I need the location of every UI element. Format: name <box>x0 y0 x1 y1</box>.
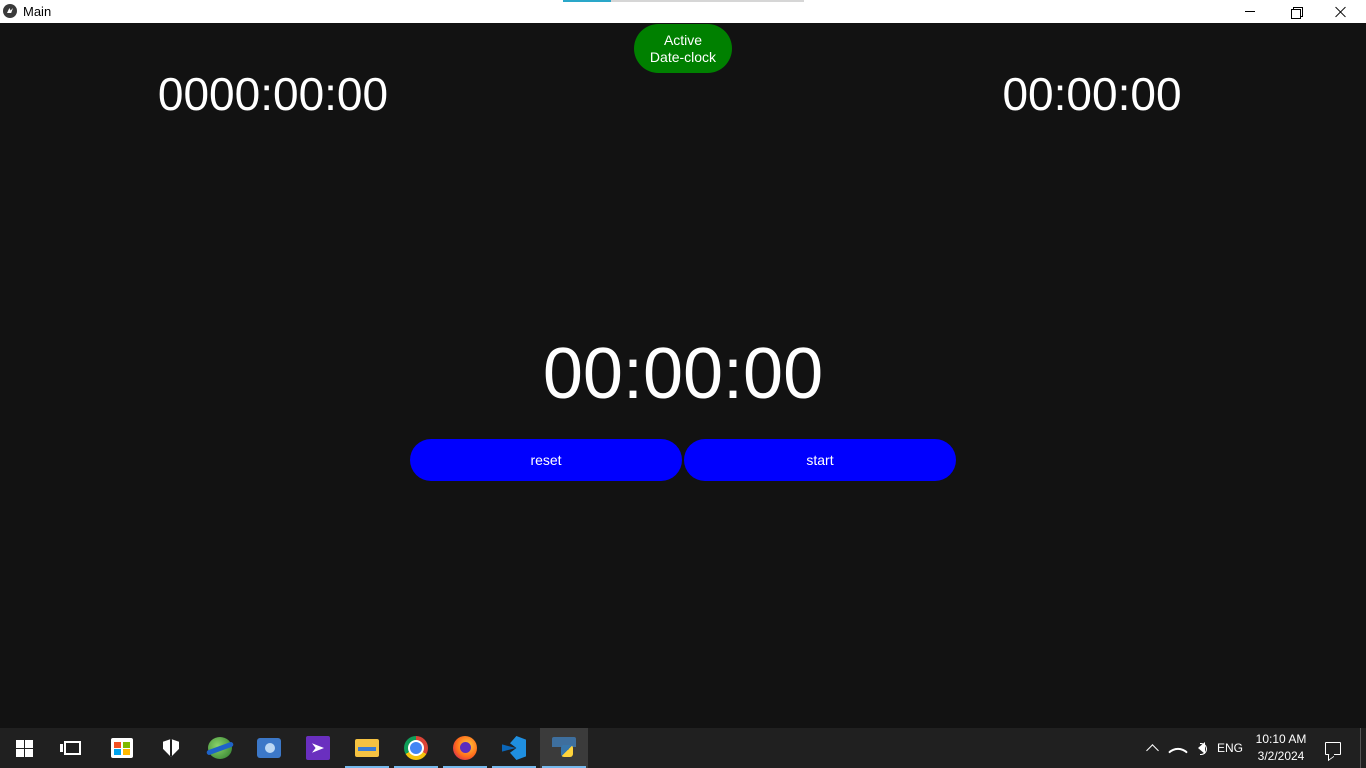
volume-tray-button[interactable] <box>1190 728 1212 768</box>
tray-time: 10:10 AM <box>1255 732 1307 746</box>
wifi-icon <box>1168 742 1188 762</box>
minimize-icon <box>1245 11 1255 12</box>
window-title: Main <box>23 4 52 19</box>
firefox-icon <box>453 736 477 760</box>
close-icon <box>1335 6 1347 18</box>
show-desktop-button[interactable] <box>1360 728 1366 768</box>
badge-line-1: Active <box>663 31 703 48</box>
restore-icon <box>1291 6 1303 19</box>
window-titlebar: Main <box>0 0 1366 23</box>
taskbar-python-app[interactable] <box>540 728 588 768</box>
minimize-button[interactable] <box>1227 0 1273 23</box>
stopwatch-display: 00:00:00 <box>542 334 824 414</box>
network-tray-button[interactable] <box>1167 728 1189 768</box>
globe-app-icon <box>208 737 232 759</box>
kivy-app-icon <box>3 4 17 18</box>
taskbar-chrome[interactable] <box>392 728 440 768</box>
chevron-up-icon <box>1145 744 1159 757</box>
file-explorer-icon <box>355 739 379 757</box>
tray-date: 3/2/2024 <box>1257 749 1305 763</box>
restore-button[interactable] <box>1273 0 1319 23</box>
taskbar-visual-studio[interactable] <box>294 728 342 768</box>
windows-security-icon <box>163 739 179 757</box>
show-hidden-icons-button[interactable] <box>1142 728 1162 768</box>
taskbar-file-explorer[interactable] <box>343 728 391 768</box>
speaker-icon <box>1197 742 1207 755</box>
time-clock-right: 00:00:00 <box>1002 68 1182 120</box>
tray-clock[interactable]: 10:10 AM 3/2/2024 <box>1248 728 1314 768</box>
taskbar-windows-security[interactable] <box>147 728 195 768</box>
badge-line-2: Date-clock <box>649 48 717 65</box>
taskbar-globe-app[interactable] <box>196 728 244 768</box>
action-center-button[interactable] <box>1316 728 1350 768</box>
network-app-icon <box>257 738 281 758</box>
vscode-icon <box>502 736 526 760</box>
taskbar-network-app[interactable] <box>245 728 293 768</box>
taskbar-firefox[interactable] <box>441 728 489 768</box>
date-clock-left: 0000:00:00 <box>157 68 389 120</box>
chrome-icon <box>404 736 428 760</box>
task-view-button[interactable] <box>48 728 96 768</box>
language-indicator[interactable]: ENG <box>1214 728 1246 768</box>
task-view-icon <box>59 741 81 755</box>
start-button[interactable] <box>0 728 48 768</box>
active-date-clock-button[interactable]: Active Date-clock <box>634 24 732 73</box>
start-icon <box>15 739 33 757</box>
python-app-icon <box>552 737 576 759</box>
taskbar-vscode[interactable] <box>490 728 538 768</box>
windows-taskbar: ENG 10:10 AM 3/2/2024 <box>0 728 1366 768</box>
reset-button[interactable]: reset <box>410 439 682 481</box>
start-button[interactable]: start <box>684 439 956 481</box>
visual-studio-icon <box>306 736 330 760</box>
titlebar-accent-line <box>563 0 611 2</box>
taskbar-microsoft-store[interactable] <box>98 728 146 768</box>
app-main-area: Active Date-clock 0000:00:00 00:00:00 00… <box>0 23 1366 728</box>
notification-icon <box>1325 741 1341 755</box>
titlebar-divider-line <box>611 0 804 2</box>
microsoft-store-icon <box>111 738 133 758</box>
close-button[interactable] <box>1318 0 1364 23</box>
